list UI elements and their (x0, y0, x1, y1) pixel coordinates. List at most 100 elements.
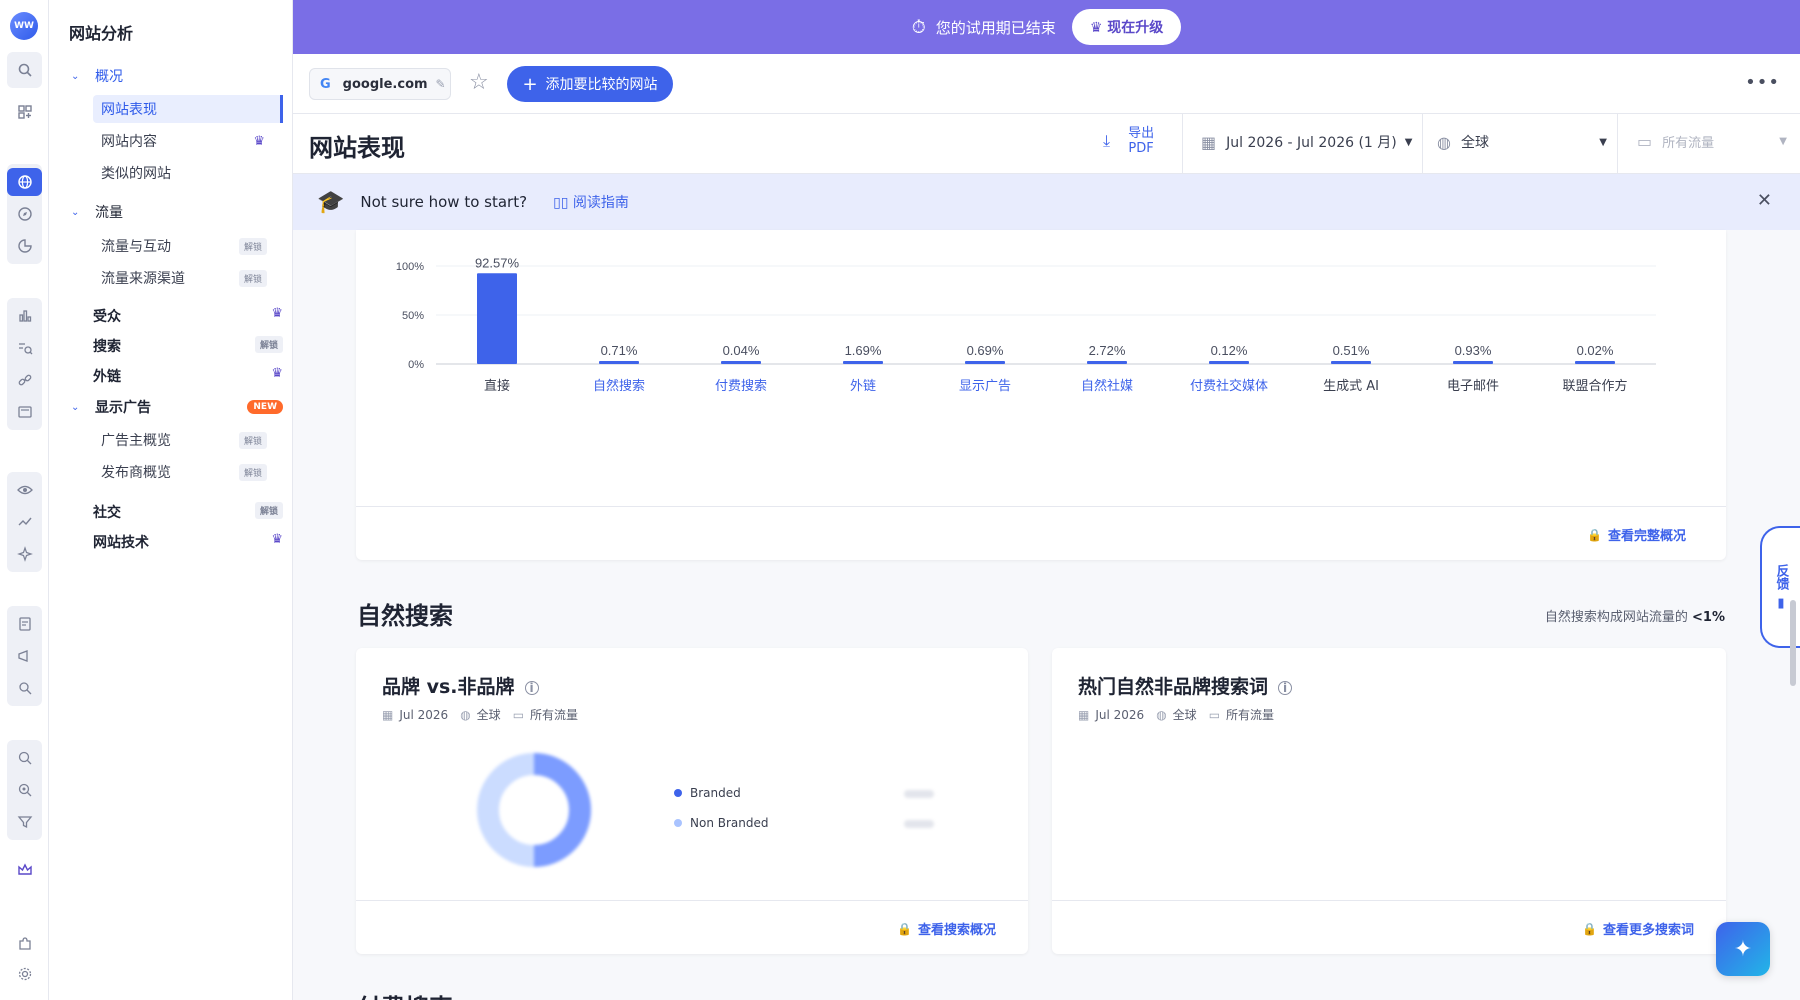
magnifier-doc-icon[interactable] (7, 674, 42, 702)
card-title: 品牌 vs.非品牌 i (382, 672, 539, 699)
compass-icon[interactable] (7, 200, 42, 228)
y-tick-label: 50% (402, 310, 424, 322)
crown-icon: ♛ (1089, 20, 1108, 36)
bar-value-label: 92.57% (475, 255, 520, 270)
bar-value-label: 0.02% (1577, 343, 1614, 358)
bar (965, 361, 1005, 364)
devices-icon: ▭ (1208, 707, 1221, 722)
bar (477, 273, 517, 364)
puzzle-icon[interactable] (7, 930, 42, 958)
legend-branded: Branded (674, 786, 741, 800)
target-search-icon[interactable] (7, 776, 42, 804)
bar (1087, 361, 1127, 364)
domain-chip[interactable]: G google.com ✎ (309, 68, 451, 100)
page-title: 网站表现 (309, 134, 405, 162)
upgrade-button[interactable]: ♛ 现在升级 (1071, 9, 1182, 45)
donut-branded-arc (533, 753, 591, 867)
sidebar-item-site-tech[interactable]: 网站技术 ♛ (93, 532, 283, 552)
add-compare-button[interactable]: + 添加要比较的网站 (507, 66, 673, 102)
info-icon[interactable]: i (1278, 680, 1293, 695)
pencil-icon[interactable]: ✎ (436, 77, 446, 91)
link-icon[interactable] (7, 366, 42, 394)
sidebar-item-similar-sites[interactable]: 类似的网站 (93, 159, 283, 187)
unlock-badge: 解锁 (254, 336, 283, 353)
megaphone-icon[interactable] (7, 642, 42, 670)
category-label: 生成式 AI (1323, 379, 1379, 394)
ad-icon[interactable] (7, 398, 42, 426)
sidebar-item-site-content[interactable]: 网站内容 ♛ (93, 127, 283, 155)
trend-icon[interactable] (7, 508, 42, 536)
bar-value-label: 1.69% (845, 343, 882, 358)
traffic-type-select[interactable]: ▭ 所有流量 ▼ (1637, 132, 1787, 151)
icon-rail: WW (0, 0, 49, 1000)
dashboard-add-icon[interactable] (7, 98, 42, 126)
more-options-icon[interactable]: ••• (1745, 72, 1780, 93)
sidebar-item-search[interactable]: 搜索 解锁 (93, 336, 283, 356)
view-search-overview-link[interactable]: 🔒 查看搜索概况 (897, 919, 996, 939)
sidebar-item-traffic-channels[interactable]: 流量来源渠道 解锁 (93, 264, 283, 292)
feedback-icon: ▮ (1777, 595, 1785, 611)
bar (843, 361, 883, 364)
report-icon[interactable] (7, 610, 42, 638)
download-icon: ⤓ (1103, 131, 1111, 150)
sidebar-item-publisher-overview[interactable]: 发布商概览 解锁 (93, 458, 283, 486)
y-tick-label: 0% (408, 359, 424, 371)
category-label: 自然社媒 (1081, 378, 1133, 394)
y-tick-label: 100% (396, 261, 424, 273)
unlock-badge: 解锁 (254, 502, 283, 519)
category-label: 外链 (850, 379, 876, 394)
new-badge: NEW (247, 400, 283, 414)
gear-icon[interactable] (7, 960, 42, 988)
bar-value-label: 2.72% (1089, 343, 1126, 358)
close-icon[interactable]: ✕ (1757, 190, 1772, 211)
search-list-icon[interactable] (7, 334, 42, 362)
unlock-badge: 解锁 (238, 431, 267, 449)
sparkle-icon[interactable] (7, 540, 42, 568)
pie-icon[interactable] (7, 232, 42, 260)
zoom-chart-icon[interactable] (7, 744, 42, 772)
sidebar-item-backlinks[interactable]: 外链 ♛ (93, 366, 283, 386)
category-label: 显示广告 (959, 379, 1011, 394)
category-label: 联盟合作方 (1562, 378, 1627, 394)
sidebar-item-advertiser-overview[interactable]: 广告主概览 解锁 (93, 426, 283, 454)
sidebar: 网站分析 ⌄ 概况 网站表现 网站内容 ♛ 类似的网站 ⌄ 流量 流量与互动 解锁 … (49, 0, 293, 1000)
sidebar-section-overview[interactable]: ⌄ 概况 (71, 66, 123, 86)
sidebar-item-traffic-engagement[interactable]: 流量与互动 解锁 (93, 232, 283, 260)
sidebar-section-traffic[interactable]: ⌄ 流量 (71, 202, 123, 222)
eye-icon[interactable] (7, 476, 42, 504)
crown-icon: ♛ (271, 306, 283, 321)
bar-value-label: 0.69% (967, 343, 1004, 358)
guide-question: Not sure how to start? (360, 193, 528, 211)
view-full-overview-link[interactable]: 🔒 查看完整概况 (1587, 525, 1686, 545)
chat-assistant-button[interactable]: ✦ (1716, 922, 1770, 976)
category-label: 付费搜索 (715, 379, 767, 394)
brand-donut-chart (477, 753, 591, 867)
sidebar-item-social[interactable]: 社交 解锁 (93, 502, 283, 522)
unlock-badge: 解锁 (238, 269, 267, 287)
trial-banner: ⏱ 您的试用期已结束 ♛ 现在升级 (293, 0, 1800, 54)
funnel-icon[interactable] (7, 808, 42, 836)
sidebar-section-display-ads[interactable]: ⌄ 显示广告 NEW (71, 397, 283, 417)
date-range-select[interactable]: ▦ Jul 2026 - Jul 2026 (1 月) ▼ (1201, 132, 1412, 152)
sidebar-item-audience[interactable]: 受众 ♛ (93, 306, 283, 326)
read-guide-link[interactable]: ▯▯ 阅读指南 (553, 192, 629, 212)
search-icon[interactable] (7, 56, 42, 84)
caret-down-icon: ▼ (1779, 136, 1787, 147)
globe-icon[interactable] (7, 168, 42, 196)
domain-name: google.com (342, 76, 428, 92)
region-select[interactable]: ◍ 全球 ▼ (1437, 132, 1607, 152)
devices-icon: ▭ (512, 707, 525, 722)
bar-value-label: 0.04% (723, 343, 760, 358)
crown-icon[interactable] (7, 856, 42, 884)
bar-chart-icon[interactable] (7, 302, 42, 330)
app-logo[interactable]: WW (10, 12, 38, 40)
top-nonbrand-keywords-card: 热门自然非品牌搜索词 i ▦ Jul 2026 ◍ 全球 ▭ 所有流量 🔒 查看更多搜索词 (1052, 648, 1726, 954)
star-icon[interactable]: ☆ (469, 70, 489, 95)
bar-value-label: 0.12% (1211, 343, 1248, 358)
page-header: 网站表现 ⤓ 导出 PDF ▦ Jul 2026 - Jul 2026 (1 月)… (293, 114, 1800, 174)
view-more-keywords-link[interactable]: 🔒 查看更多搜索词 (1582, 919, 1694, 939)
info-icon[interactable]: i (524, 680, 539, 695)
export-pdf-button[interactable]: ⤓ 导出 PDF (1103, 126, 1154, 156)
sidebar-item-site-performance[interactable]: 网站表现 (93, 95, 283, 123)
scrollbar[interactable] (1790, 600, 1796, 686)
